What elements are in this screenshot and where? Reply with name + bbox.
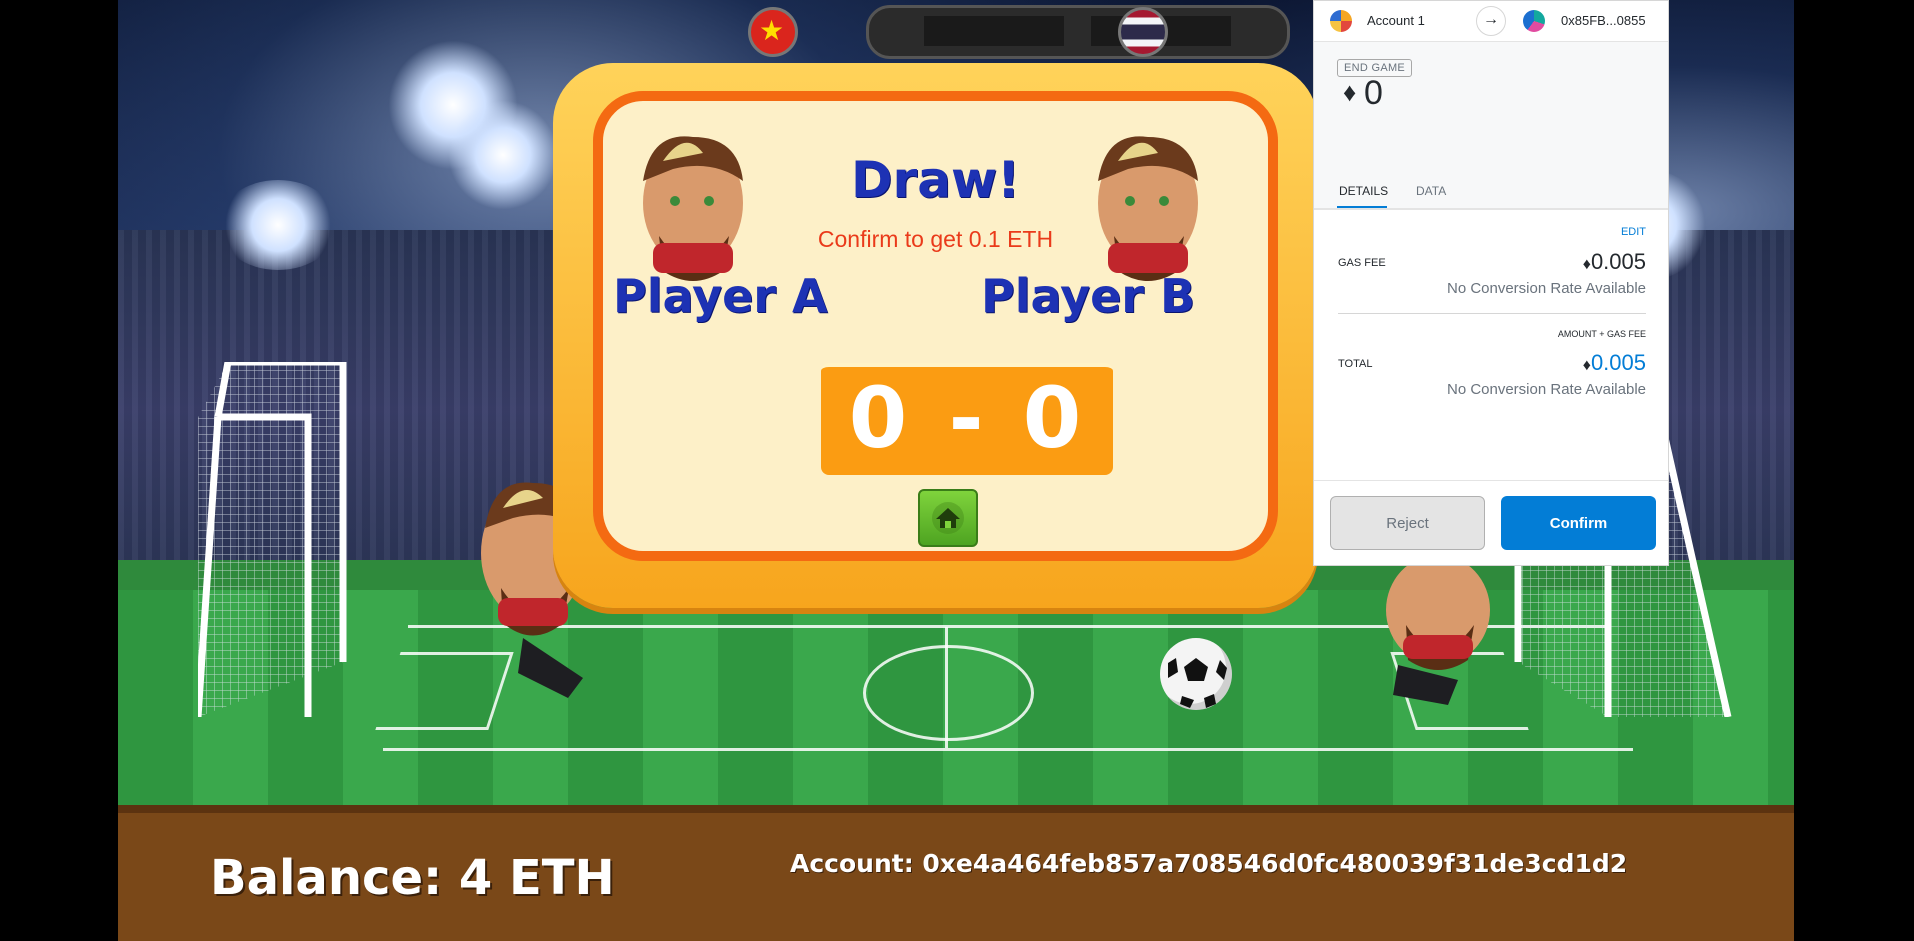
thailand-flag-icon — [1118, 7, 1168, 57]
result-subtitle: Confirm to get 0.1 ETH — [817, 226, 1054, 252]
wallet-confirm-popup: Account 1 → 0x85FB...0855 END GAME ♦ 0 D… — [1313, 0, 1669, 566]
gas-fee-label: GAS FEE — [1338, 257, 1386, 269]
goal-left — [194, 358, 363, 718]
floodlight — [218, 180, 338, 270]
home-icon — [932, 502, 964, 534]
total-value-row: ♦0.005 — [1583, 350, 1646, 376]
total-value: 0.005 — [1590, 350, 1646, 375]
pitch-line — [383, 748, 1633, 751]
amount-gas-label: AMOUNT + GAS FEE — [1557, 329, 1646, 339]
result-dialog: Draw! Confirm to get 0.1 ETH Player A Pl… — [553, 63, 1318, 608]
home-button[interactable] — [918, 489, 978, 547]
result-title: Draw! — [851, 151, 1020, 209]
tabs-divider — [1314, 208, 1668, 209]
recipient-avatar-icon — [1523, 10, 1545, 32]
eth-icon: ♦ — [1343, 77, 1357, 107]
balance-display: Balance: 4 ETH — [210, 850, 615, 906]
gas-fee-value-row: ♦0.005 — [1583, 249, 1646, 275]
final-score-box: 0 - 0 — [821, 363, 1113, 475]
recipient-address: 0x85FB...0855 — [1561, 13, 1646, 28]
soccer-ball — [1160, 638, 1232, 710]
reject-button[interactable]: Reject — [1330, 496, 1485, 550]
score-slot-left — [924, 16, 1064, 46]
edit-gas-link[interactable]: EDIT — [1621, 226, 1646, 238]
account-address-display: Account: 0xe4a464feb857a708546d0fc480039… — [790, 849, 1628, 878]
eth-icon: ♦ — [1582, 357, 1591, 374]
score-a: 0 — [848, 369, 908, 467]
result-panel: Draw! Confirm to get 0.1 ETH Player A Pl… — [593, 91, 1278, 561]
player-b-name: Player B — [981, 269, 1196, 323]
center-circle — [863, 645, 1034, 741]
transaction-amount: 0 — [1364, 74, 1383, 112]
player-a-name: Player A — [613, 269, 828, 323]
tab-details[interactable]: DETAILS — [1339, 184, 1388, 198]
total-conversion-note: No Conversion Rate Available — [1446, 381, 1646, 398]
footer-divider — [1314, 480, 1668, 481]
confirm-button[interactable]: Confirm — [1501, 496, 1656, 550]
wallet-header: Account 1 → 0x85FB...0855 — [1314, 1, 1668, 42]
floodlight — [448, 100, 558, 210]
score-separator: - — [948, 369, 984, 467]
arrow-right-icon: → — [1476, 6, 1506, 36]
tab-data[interactable]: DATA — [1416, 184, 1446, 198]
gas-fee-conversion-note: No Conversion Rate Available — [1446, 280, 1646, 297]
account-avatar-icon — [1330, 10, 1352, 32]
account-name[interactable]: Account 1 — [1367, 13, 1425, 28]
summary-divider — [1338, 313, 1646, 314]
total-label: TOTAL — [1338, 358, 1373, 370]
vietnam-flag-icon: ★ — [748, 7, 798, 57]
eth-icon: ♦ — [1582, 256, 1591, 273]
top-score-bar — [866, 5, 1290, 59]
gas-fee-value: 0.005 — [1590, 249, 1646, 274]
score-b: 0 — [1022, 369, 1082, 467]
player-b-character — [1378, 555, 1498, 710]
